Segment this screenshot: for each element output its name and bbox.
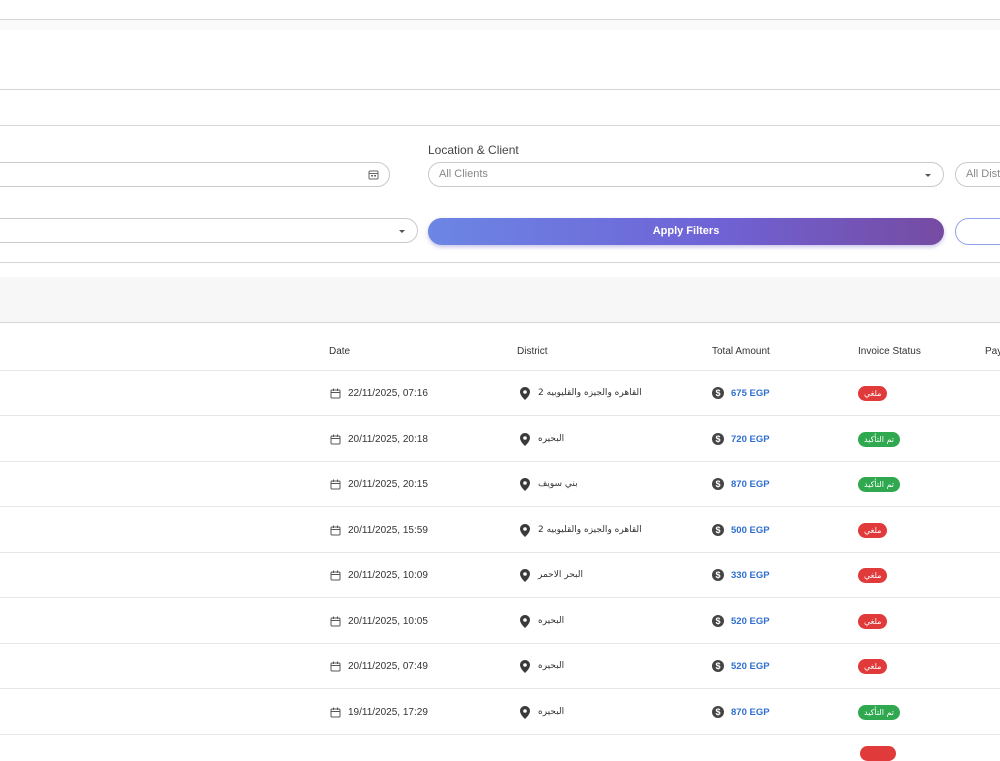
date-value: 20/11/2025, 15:59 bbox=[348, 524, 428, 536]
header-total-amount[interactable]: Total Amount bbox=[712, 346, 770, 357]
client-select[interactable]: All Clients bbox=[428, 162, 944, 187]
date-value: 20/11/2025, 10:09 bbox=[348, 570, 428, 581]
amount-value: 870 EGP bbox=[731, 479, 770, 490]
date-range-input[interactable] bbox=[0, 162, 390, 187]
amount-value: 720 EGP bbox=[731, 433, 770, 445]
dollar-coin-icon: $ bbox=[712, 660, 724, 672]
location-client-label: Location & Client bbox=[428, 143, 519, 157]
calendar-icon bbox=[368, 170, 379, 180]
table-toolbar bbox=[0, 277, 1000, 322]
table-row[interactable]: 19/11/2025, 17:29 البحيره $870 EGP تم التأك… bbox=[0, 690, 1000, 735]
dollar-coin-icon: $ bbox=[712, 523, 724, 536]
calendar-icon bbox=[330, 616, 341, 626]
calendar-icon bbox=[330, 525, 341, 535]
location-pin-icon bbox=[520, 523, 530, 537]
status-badge: تم التأكيد bbox=[858, 477, 901, 492]
district-value: القاهره والجيزه والقليوبيه 2 bbox=[538, 388, 642, 398]
location-pin-icon bbox=[520, 614, 530, 628]
location-pin-icon bbox=[520, 387, 530, 400]
district-value: البحيره bbox=[538, 661, 565, 671]
district-cell: البحيره bbox=[520, 599, 640, 644]
table-row[interactable]: 20/11/2025, 10:05 البحيره $520 EGP ملغي bbox=[0, 599, 1000, 644]
date-value: 19/11/2025, 17:29 bbox=[348, 706, 428, 718]
district-value: البحيره bbox=[538, 706, 565, 717]
district-cell: بني سويف bbox=[520, 462, 640, 507]
client-select-value: All Clients bbox=[439, 168, 488, 180]
header-payment[interactable]: Pay bbox=[985, 346, 1000, 357]
amount-value: 870 EGP bbox=[731, 706, 770, 718]
date-value: 20/11/2025, 07:49 bbox=[348, 661, 428, 672]
table-row[interactable]: 20/11/2025, 15:59 القاهره والجيزه والقليو… bbox=[0, 508, 1000, 553]
chevron-down-icon bbox=[399, 230, 405, 233]
date-value: 20/11/2025, 10:05 bbox=[348, 615, 428, 627]
amount-value: 520 EGP bbox=[731, 661, 770, 672]
status-badge: ملغي bbox=[858, 613, 888, 629]
status-badge: تم التأكيد bbox=[858, 431, 901, 447]
table-row[interactable]: 20/11/2025, 07:49 البحيره $520 EGP ملغي bbox=[0, 644, 1000, 689]
dollar-coin-icon: $ bbox=[712, 569, 724, 581]
district-value: البحيره bbox=[538, 615, 565, 626]
status-badge bbox=[860, 746, 896, 761]
table-row[interactable]: 20/11/2025, 10:09 البحر الاحمر $330 EGP ملغ… bbox=[0, 553, 1000, 598]
calendar-icon bbox=[330, 434, 341, 444]
dollar-coin-icon: $ bbox=[712, 614, 724, 627]
calendar-icon bbox=[330, 707, 341, 717]
district-value: القاهره والجيزه والقليوبيه 2 bbox=[538, 524, 642, 535]
dollar-coin-icon: $ bbox=[712, 478, 724, 490]
apply-filters-button[interactable]: Apply Filters bbox=[428, 218, 944, 245]
header-invoice-status[interactable]: Invoice Status bbox=[858, 346, 921, 357]
section-divider bbox=[0, 322, 1000, 323]
date-value: 20/11/2025, 20:18 bbox=[348, 433, 428, 445]
date-value: 22/11/2025, 07:16 bbox=[348, 388, 428, 399]
amount-value: 500 EGP bbox=[731, 524, 770, 536]
chevron-down-icon bbox=[925, 174, 931, 177]
date-value: 20/11/2025, 20:15 bbox=[348, 479, 428, 490]
amount-value: 330 EGP bbox=[731, 570, 770, 581]
district-cell: القاهره والجيزه والقليوبيه 2 bbox=[520, 508, 642, 553]
district-select-value: All Distri bbox=[966, 168, 1000, 180]
status-badge: ملغي bbox=[858, 386, 888, 401]
location-pin-icon bbox=[520, 478, 530, 491]
section-divider bbox=[0, 89, 1000, 90]
header-band bbox=[0, 20, 1000, 30]
district-cell: القاهره والجيزه والقليوبيه 2 bbox=[520, 371, 642, 416]
district-cell: البحيره bbox=[520, 690, 640, 735]
district-value: البحيره bbox=[538, 433, 565, 444]
calendar-icon bbox=[330, 388, 341, 399]
calendar-icon bbox=[330, 570, 341, 581]
status-badge: ملغي bbox=[858, 568, 888, 583]
header-district[interactable]: District bbox=[517, 346, 548, 357]
calendar-icon bbox=[330, 479, 341, 490]
dollar-coin-icon: $ bbox=[712, 432, 724, 445]
status-badge: ملغي bbox=[858, 659, 888, 674]
status-badge: تم التأكيد bbox=[858, 704, 901, 720]
table-row[interactable]: 20/11/2025, 20:18 البحيره $720 EGP تم التأك… bbox=[0, 417, 1000, 462]
dollar-coin-icon: $ bbox=[712, 387, 724, 399]
amount-value: 520 EGP bbox=[731, 615, 770, 627]
table-row[interactable]: 20/11/2025, 20:15 بني سويف $870 EGP تم التأ… bbox=[0, 462, 1000, 507]
location-pin-icon bbox=[520, 569, 530, 582]
district-cell: البحر الاحمر bbox=[520, 553, 640, 598]
header-date[interactable]: Date bbox=[329, 346, 350, 357]
district-value: بني سويف bbox=[538, 479, 578, 489]
section-divider bbox=[0, 262, 1000, 263]
calendar-icon bbox=[330, 661, 341, 672]
status-badge: ملغي bbox=[858, 522, 888, 538]
district-cell: البحيره bbox=[520, 417, 640, 462]
section-divider bbox=[0, 125, 1000, 126]
district-select[interactable]: All Distri bbox=[955, 162, 1000, 187]
table-row[interactable]: 22/11/2025, 07:16 القاهره والجيزه والقليو… bbox=[0, 371, 1000, 416]
district-cell: البحيره bbox=[520, 644, 640, 689]
amount-value: 675 EGP bbox=[731, 388, 770, 399]
location-pin-icon bbox=[520, 432, 530, 446]
location-pin-icon bbox=[520, 660, 530, 673]
dollar-coin-icon: $ bbox=[712, 705, 724, 718]
location-pin-icon bbox=[520, 705, 530, 719]
reset-filters-button[interactable] bbox=[955, 218, 1000, 245]
status-select[interactable] bbox=[0, 218, 418, 243]
district-value: البحر الاحمر bbox=[538, 570, 583, 580]
